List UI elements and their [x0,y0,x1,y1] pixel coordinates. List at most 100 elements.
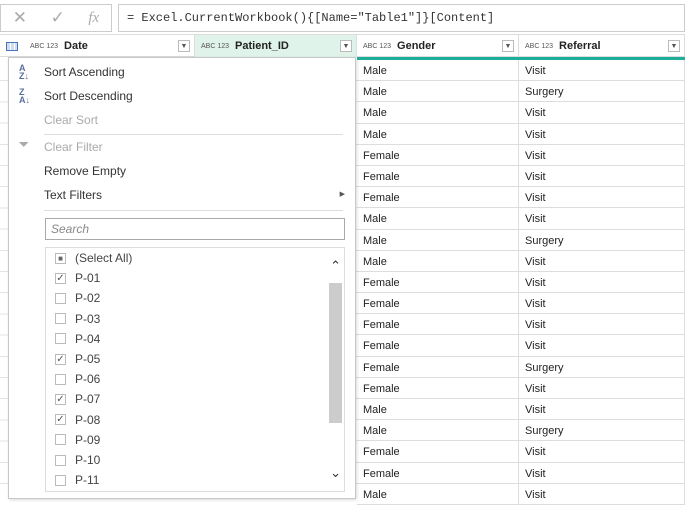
menu-sort-descending[interactable]: Sort Descending [44,89,133,103]
filter-item[interactable]: P-04 [55,332,100,346]
table-row: Female Visit [357,271,685,294]
filter-item[interactable]: ✓ P-07 [55,392,100,406]
cell-gender[interactable]: Female [357,377,519,398]
search-input[interactable]: Search [45,218,345,240]
cell-gender[interactable]: Female [357,314,519,335]
cell-gender[interactable]: Male [357,399,519,420]
scrollbar-thumb[interactable] [329,283,342,423]
cell-gender[interactable]: Female [357,144,519,165]
cancel-icon[interactable]: ✕ [13,8,27,28]
column-label: Gender [397,40,436,52]
cell-gender[interactable]: Male [357,123,519,144]
fx-icon[interactable]: fx [88,10,99,27]
scrollbar[interactable]: ⌃ ⌄ [327,248,344,491]
filter-item[interactable]: P-03 [55,312,100,326]
cell-referral[interactable]: Visit [519,165,685,187]
checkbox[interactable] [55,474,66,486]
cell-referral[interactable]: Visit [519,377,685,398]
confirm-icon[interactable]: ✓ [51,8,65,28]
cell-gender[interactable]: Male [357,102,519,123]
cell-referral[interactable]: Visit [519,399,685,420]
cell-gender[interactable]: Male [357,250,519,271]
filter-item-label: P-07 [75,392,101,407]
cell-referral[interactable]: Visit [519,123,685,144]
cell-referral[interactable]: Visit [519,483,685,504]
cell-gender[interactable]: Male [357,483,519,504]
filter-item[interactable]: P-02 [55,291,100,305]
table-menu-icon[interactable] [6,41,18,51]
column-header-gender[interactable]: ABC 123 Gender ▼ [357,35,519,57]
cell-referral[interactable]: Visit [519,335,685,356]
cell-gender[interactable]: Male [357,420,519,441]
filter-item[interactable]: ✓ P-08 [55,413,100,427]
dropdown-icon[interactable]: ▼ [340,40,352,52]
checkbox[interactable]: ✓ [55,414,66,426]
checkbox[interactable] [55,373,66,385]
filter-item-label: P-01 [75,271,101,286]
filter-item[interactable]: ✓ P-01 [55,271,100,285]
scroll-down-icon[interactable]: ⌄ [330,465,341,481]
cell-gender[interactable]: Female [357,462,519,483]
cell-referral[interactable]: Visit [519,250,685,271]
cell-referral[interactable]: Visit [519,271,685,293]
cell-referral[interactable]: Visit [519,60,685,81]
checkbox[interactable] [55,434,66,446]
cell-referral[interactable]: Visit [519,293,685,314]
formula-input[interactable]: = Excel.CurrentWorkbook(){[Name="Table1"… [118,4,685,32]
dropdown-icon[interactable]: ▼ [502,40,514,52]
cell-gender[interactable]: Female [357,271,519,293]
cell-referral[interactable]: Surgery [519,356,685,377]
cell-referral[interactable]: Visit [519,102,685,123]
scroll-up-icon[interactable]: ⌃ [330,258,341,274]
checkbox[interactable] [55,313,66,325]
filter-item[interactable]: P-06 [55,372,100,386]
column-label: Date [64,40,88,52]
checkbox[interactable] [55,454,66,466]
checkbox[interactable]: ■ [55,252,66,264]
menu-clear-sort[interactable]: Clear Sort [44,113,98,127]
cell-referral[interactable]: Surgery [519,229,685,250]
cell-gender[interactable]: Male [357,60,519,81]
dropdown-icon[interactable]: ▼ [178,40,190,52]
cell-referral[interactable]: Surgery [519,420,685,441]
cell-referral[interactable]: Visit [519,314,685,335]
checkbox[interactable]: ✓ [55,393,66,405]
cell-gender[interactable]: Female [357,293,519,314]
filter-item[interactable]: P-09 [55,433,100,447]
filter-item[interactable]: ■ (Select All) [55,251,132,265]
checkbox[interactable]: ✓ [55,272,66,284]
menu-remove-empty[interactable]: Remove Empty [44,164,126,178]
table-row: Female Visit [357,441,685,463]
table-row: Female Visit [357,314,685,336]
cell-referral[interactable]: Visit [519,208,685,229]
filter-item[interactable]: ✓ P-05 [55,352,100,366]
cell-gender[interactable]: Female [357,441,519,462]
cell-referral[interactable]: Visit [519,187,685,208]
filter-item-label: P-11 [75,473,100,488]
checkbox[interactable] [55,292,66,304]
cell-referral[interactable]: Visit [519,441,685,462]
filter-item[interactable]: P-10 [55,453,100,467]
sort-descending-icon: Z A↓ [19,87,30,105]
menu-text-filters[interactable]: Text Filters [44,188,102,202]
cell-gender[interactable]: Male [357,208,519,229]
cell-gender[interactable]: Female [357,356,519,377]
column-header-referral[interactable]: ABC 123 Referral ▼ [519,35,685,57]
cell-gender[interactable]: Male [357,229,519,250]
column-header-patient-id[interactable]: ABC 123 Patient_ID ▼ [195,35,357,57]
menu-sort-ascending[interactable]: Sort Ascending [44,65,125,79]
cell-gender[interactable]: Female [357,187,519,208]
cell-referral[interactable]: Surgery [519,81,685,102]
cell-referral[interactable]: Visit [519,144,685,165]
checkbox[interactable]: ✓ [55,353,66,365]
cell-gender[interactable]: Male [357,81,519,102]
cell-gender[interactable]: Female [357,335,519,356]
checkbox[interactable] [55,333,66,345]
menu-clear-filter[interactable]: Clear Filter [44,140,103,154]
table-row: Male Visit [357,208,685,230]
cell-referral[interactable]: Visit [519,462,685,483]
dropdown-icon[interactable]: ▼ [668,40,680,52]
filter-item[interactable]: P-11 [55,473,99,487]
cell-gender[interactable]: Female [357,165,519,187]
column-header-date[interactable]: ABC 123 Date ▼ [0,35,195,57]
